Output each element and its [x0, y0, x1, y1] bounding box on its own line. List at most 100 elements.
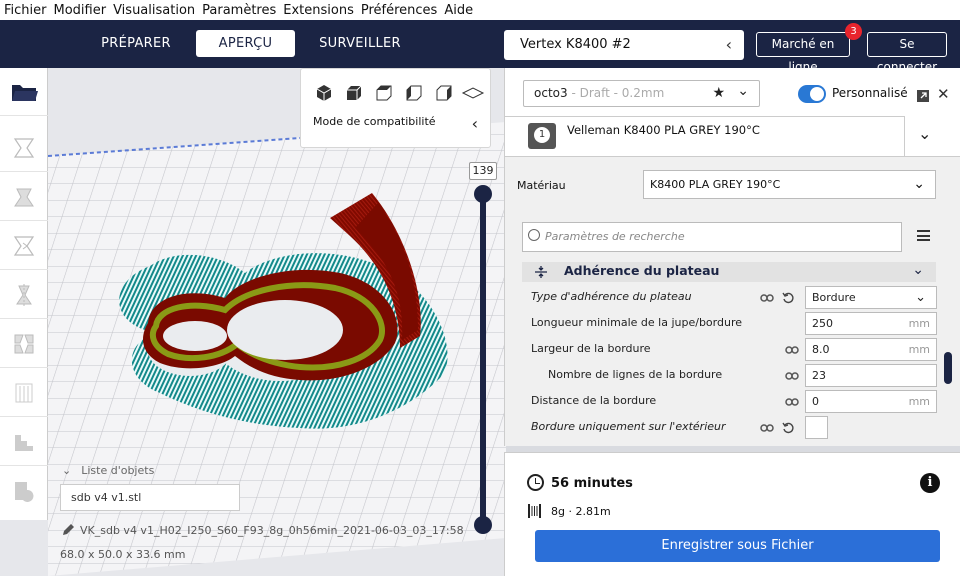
link-icon[interactable] [785, 345, 799, 355]
pencil-icon[interactable] [61, 523, 75, 537]
setting-row-brim-outside-only: Bordure uniquement sur l'extérieur [531, 415, 941, 441]
menu-icon[interactable] [917, 230, 930, 241]
layflat-view-icon[interactable] [461, 87, 485, 99]
setting-label: Bordure uniquement sur l'extérieur [531, 420, 726, 433]
material-selector[interactable]: K8400 PLA GREY 190°C ⌄ [643, 170, 936, 199]
brim-distance-input[interactable]: 0 mm [805, 390, 937, 413]
menu-view[interactable]: Visualisation [113, 3, 195, 18]
object-list-item[interactable]: sdb v4 v1.stl [60, 484, 240, 511]
link-icon[interactable] [760, 293, 774, 303]
signin-button[interactable]: Se connecter [867, 32, 947, 74]
chevron-down-icon: ⌄ [737, 83, 749, 99]
setting-row-skirt-brim-min-length: Longueur minimale de la jupe/bordure 250… [531, 311, 941, 337]
close-icon[interactable]: ✕ [937, 85, 950, 103]
rotate-tool-button[interactable] [0, 222, 48, 270]
setting-row-adhesion-type: Type d'adhérence du plateau Bordure ⌄ [531, 285, 941, 311]
layer-slider-top-handle[interactable] [474, 185, 492, 203]
setting-label: Longueur minimale de la jupe/bordure [531, 316, 742, 329]
category-header-adhesion[interactable]: Adhérence du plateau ⌄ [522, 262, 936, 282]
adhesion-type-select[interactable]: Bordure ⌄ [805, 286, 937, 309]
move-tool-button[interactable] [0, 124, 48, 172]
chevron-left-icon[interactable]: ‹ [472, 114, 478, 133]
menu-edit[interactable]: Modifier [54, 3, 107, 18]
menu-extensions[interactable]: Extensions [283, 3, 354, 18]
view-buttons-row [316, 85, 485, 101]
material-value: K8400 PLA GREY 190°C [650, 178, 781, 191]
material-section: Matériau K8400 PLA GREY 190°C ⌄ [505, 156, 960, 212]
setting-value: 8.0 [812, 343, 830, 356]
setting-label: Type d'adhérence du plateau [531, 290, 692, 303]
per-model-settings-button[interactable] [0, 320, 48, 368]
layer-slider-track[interactable] [480, 190, 486, 526]
layer-view-button[interactable] [0, 418, 48, 466]
printer-selector[interactable]: Vertex K8400 #2 ‹ [504, 30, 744, 60]
popout-icon[interactable] [916, 89, 930, 103]
menu-settings[interactable]: Paramètres [202, 3, 276, 18]
menu-file[interactable]: Fichier [4, 3, 47, 18]
header-bar: PRÉPARER APERÇU SURVEILLER Vertex K8400 … [0, 20, 960, 74]
right-view-icon[interactable] [436, 85, 452, 101]
setting-label: Distance de la bordure [531, 394, 657, 407]
tab-monitor[interactable]: SURVEILLER [310, 30, 410, 57]
tab-preview[interactable]: APERÇU [196, 30, 295, 57]
search-icon [528, 229, 540, 241]
setting-value: Bordure [812, 291, 856, 304]
settings-list: Paramètres de recherche Adhérence du pla… [505, 212, 960, 446]
reset-icon[interactable] [782, 292, 794, 304]
rotate-icon [13, 235, 35, 256]
link-icon[interactable] [760, 423, 774, 433]
setting-row-brim-distance: Distance de la bordure 0 mm [531, 389, 941, 415]
open-file-button[interactable] [0, 68, 48, 116]
layer-number-box[interactable]: 139 [469, 162, 497, 180]
save-to-file-button[interactable]: Enregistrer sous Fichier [535, 530, 940, 562]
scale-icon [14, 188, 34, 206]
settings-scrollbar[interactable] [944, 352, 952, 384]
extruder-tab[interactable]: Velleman K8400 PLA GREY 190°C [505, 116, 905, 156]
setting-row-brim-line-count: Nombre de lignes de la bordure 23 [531, 363, 941, 389]
scale-tool-button[interactable] [0, 173, 48, 221]
object-list-label: Liste d'objets [81, 464, 155, 477]
top-view-icon[interactable] [376, 85, 392, 101]
custom-mode-label: Personnalisé [832, 86, 908, 100]
chevron-left-icon: ‹ [725, 35, 732, 54]
tab-prepare[interactable]: PRÉPARER [90, 30, 182, 57]
printer-name: Vertex K8400 #2 [520, 37, 631, 52]
mirror-icon [16, 283, 32, 306]
layer-slider-bottom-handle[interactable] [474, 516, 492, 534]
menu-preferences[interactable]: Préférences [361, 3, 437, 18]
chevron-down-icon[interactable]: ⌄ [918, 124, 931, 143]
custom-mode-toggle[interactable] [798, 85, 826, 103]
adhesion-icon [535, 266, 547, 278]
job-name[interactable]: VK_sdb v4 v1_H02_I250_S60_F93_8g_0h56min… [80, 524, 464, 537]
marketplace-button[interactable]: Marché en ligne [756, 32, 850, 74]
reset-icon[interactable] [782, 422, 794, 434]
menu-help[interactable]: Aide [444, 3, 473, 18]
support-icon [15, 383, 33, 402]
link-icon[interactable] [785, 397, 799, 407]
object-list-header[interactable]: ⌄ Liste d'objets [62, 464, 154, 477]
left-view-icon[interactable] [406, 85, 422, 101]
setting-unit: mm [908, 343, 930, 356]
front-view-icon[interactable] [347, 85, 362, 100]
skirt-brim-min-length-input[interactable]: 250 mm [805, 312, 937, 335]
brim-outside-only-checkbox[interactable] [805, 416, 828, 439]
print-settings-panel: octo3 - Draft - 0.2mm ★ ⌄ Personnalisé ✕… [504, 68, 960, 446]
stairs-icon [15, 434, 33, 451]
print-summary-panel: 56 minutes i 8g · 2.81m Enregistrer sous… [504, 452, 960, 576]
custom-tool-button[interactable] [0, 467, 48, 515]
brim-line-count-input[interactable]: 23 [805, 364, 937, 387]
search-placeholder: Paramètres de recherche [545, 230, 685, 243]
print-time: 56 minutes [551, 476, 633, 491]
brim-width-input[interactable]: 8.0 mm [805, 338, 937, 361]
star-icon[interactable]: ★ [712, 85, 725, 101]
chevron-down-icon: ⌄ [912, 262, 924, 278]
setting-label: Largeur de la bordure [531, 342, 651, 355]
profile-selector[interactable]: octo3 - Draft - 0.2mm ★ ⌄ [523, 80, 760, 107]
shape-icon [15, 482, 34, 502]
3d-view-icon[interactable] [316, 85, 332, 101]
settings-search-input[interactable]: Paramètres de recherche [522, 222, 902, 252]
mirror-tool-button[interactable] [0, 271, 48, 319]
info-icon[interactable]: i [920, 473, 940, 493]
link-icon[interactable] [785, 371, 799, 381]
support-blocker-button[interactable] [0, 369, 48, 417]
